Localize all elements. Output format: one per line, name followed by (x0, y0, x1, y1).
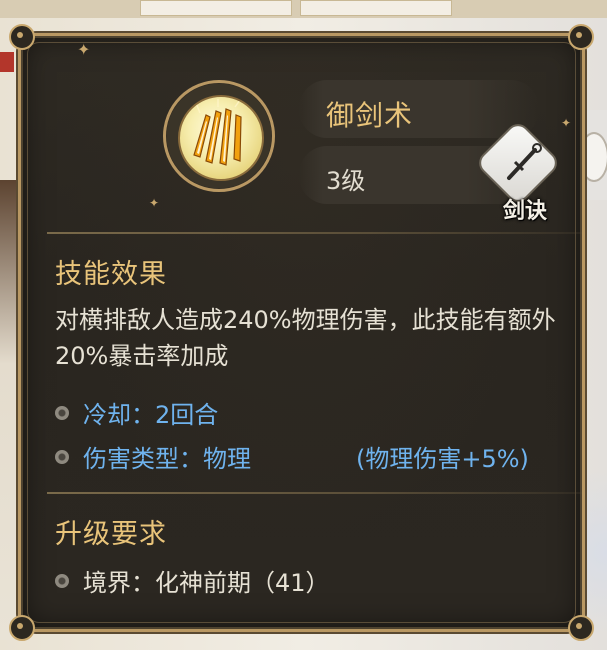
damage-bonus-text: (物理伤害+5%) (356, 445, 529, 473)
skill-name: 御剑术 (326, 99, 414, 132)
effect-section-title: 技能效果 (55, 259, 167, 290)
frame-corner-ornament (568, 24, 594, 50)
skill-level: 3级 (326, 167, 366, 195)
cooldown-text: 冷却：2回合 (83, 401, 219, 429)
upgrade-section-title: 升级要求 (55, 519, 167, 550)
bullet-icon (55, 405, 69, 420)
background-left-badge (0, 52, 14, 72)
sparkle-icon: ✦ (77, 40, 91, 59)
bullet-icon (55, 573, 69, 588)
background-tab (140, 0, 292, 16)
skill-icon (163, 80, 275, 192)
frame-corner-ornament (9, 24, 35, 50)
section-divider (47, 492, 582, 494)
flying-swords-icon (178, 95, 264, 181)
background-tab (300, 0, 452, 16)
frame-corner-ornament (9, 615, 35, 641)
sword-art-label: 剑诀 (502, 199, 547, 224)
effect-description: 对横排敌人造成240%物理伤害，此技能有额外20%暴击率加成 (55, 306, 556, 370)
sparkle-icon: ✦ (561, 116, 572, 130)
damage-type-text: 伤害类型：物理 (83, 445, 251, 473)
cooldown-row: 冷却：2回合 (55, 395, 218, 430)
skill-tooltip: ✦ ✦ ✦ 御剑术 3级 剑诀 技能效果 对横排敌人造成240%物理伤害，此技能… (9, 24, 594, 641)
sparkle-icon: ✦ (149, 196, 160, 210)
bullet-icon (55, 449, 69, 464)
realm-requirement-row: 境界：化神前期（41） (55, 563, 330, 598)
frame-corner-ornament (568, 615, 594, 641)
background-top-bar (0, 0, 607, 18)
realm-requirement-text: 境界：化神前期（41） (83, 569, 330, 597)
damage-type-row: 伤害类型：物理 (55, 439, 251, 474)
section-divider (47, 232, 582, 234)
sword-icon (507, 143, 542, 180)
